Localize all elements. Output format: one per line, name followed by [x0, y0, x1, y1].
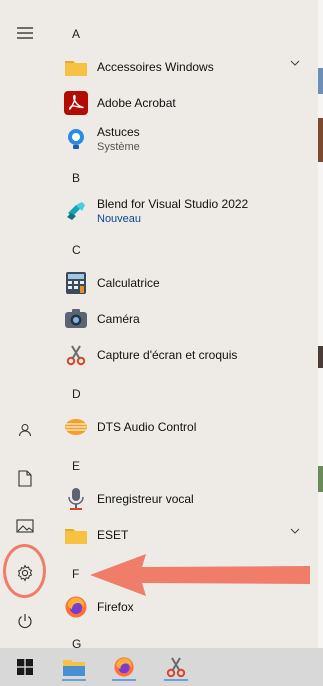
app-label: Firefox [97, 599, 134, 614]
chevron-down-icon[interactable] [290, 528, 300, 534]
app-item-blend[interactable]: Blend for Visual Studio 2022 Nouveau [62, 193, 308, 229]
start-menu: A Accessoires Windows Adobe Acrobat Astu… [0, 0, 323, 651]
microphone-icon [64, 487, 88, 511]
app-item-enregistreur[interactable]: Enregistreur vocal [62, 481, 308, 517]
power-icon[interactable] [11, 607, 39, 635]
app-label: Calculatrice [97, 275, 160, 290]
desktop-edge [318, 0, 323, 648]
tips-icon [64, 127, 88, 151]
app-item-camera[interactable]: Caméra [62, 301, 308, 337]
user-icon[interactable] [11, 416, 39, 444]
folder-icon [64, 523, 88, 547]
blend-icon [64, 199, 88, 223]
folder-icon [64, 55, 88, 79]
app-item-adobe-acrobat[interactable]: Adobe Acrobat [62, 85, 308, 121]
annotation-arrow [90, 554, 310, 596]
calculator-icon [64, 271, 88, 295]
section-letter-c[interactable]: C [72, 243, 81, 257]
snip-icon[interactable] [162, 653, 190, 681]
document-icon[interactable] [11, 464, 39, 492]
app-item-calculatrice[interactable]: Calculatrice [62, 265, 308, 301]
section-letter-e[interactable]: E [72, 459, 80, 473]
app-label: DTS Audio Control [97, 419, 197, 434]
taskbar [0, 648, 323, 686]
app-item-dts[interactable]: DTS Audio Control [62, 409, 308, 445]
app-list: A Accessoires Windows Adobe Acrobat Astu… [50, 0, 310, 651]
app-item-accessoires-windows[interactable]: Accessoires Windows [62, 49, 308, 85]
app-label: Enregistreur vocal [97, 491, 194, 506]
dts-icon [64, 415, 88, 439]
snip-icon [64, 343, 88, 367]
file-explorer-icon[interactable] [60, 653, 88, 681]
app-item-eset[interactable]: ESET [62, 517, 308, 553]
app-label: Accessoires Windows [97, 59, 214, 74]
app-item-capture[interactable]: Capture d'écran et croquis [62, 337, 308, 373]
section-letter-f[interactable]: F [72, 567, 79, 581]
app-item-astuces[interactable]: Astuces Système [62, 121, 308, 157]
section-letter-a[interactable]: A [72, 27, 80, 41]
annotation-circle [3, 544, 46, 598]
section-letter-b[interactable]: B [72, 171, 80, 185]
hamburger-icon[interactable] [11, 19, 39, 47]
camera-icon [64, 307, 88, 331]
app-label: Capture d'écran et croquis [97, 347, 238, 362]
firefox-icon [64, 595, 88, 619]
app-label: ESET [97, 527, 129, 542]
app-subtitle: Système [97, 140, 140, 153]
section-letter-d[interactable]: D [72, 387, 81, 401]
app-label: Astuces [97, 124, 140, 139]
app-label: Blend for Visual Studio 2022 [97, 196, 249, 211]
firefox-icon[interactable] [110, 653, 138, 681]
new-badge: Nouveau [97, 212, 142, 225]
acrobat-icon [64, 91, 88, 115]
pictures-icon[interactable] [11, 512, 39, 540]
chevron-down-icon[interactable] [290, 60, 300, 66]
app-label: Caméra [97, 311, 140, 326]
app-label: Adobe Acrobat [97, 95, 176, 110]
windows-logo-icon[interactable] [11, 653, 39, 681]
